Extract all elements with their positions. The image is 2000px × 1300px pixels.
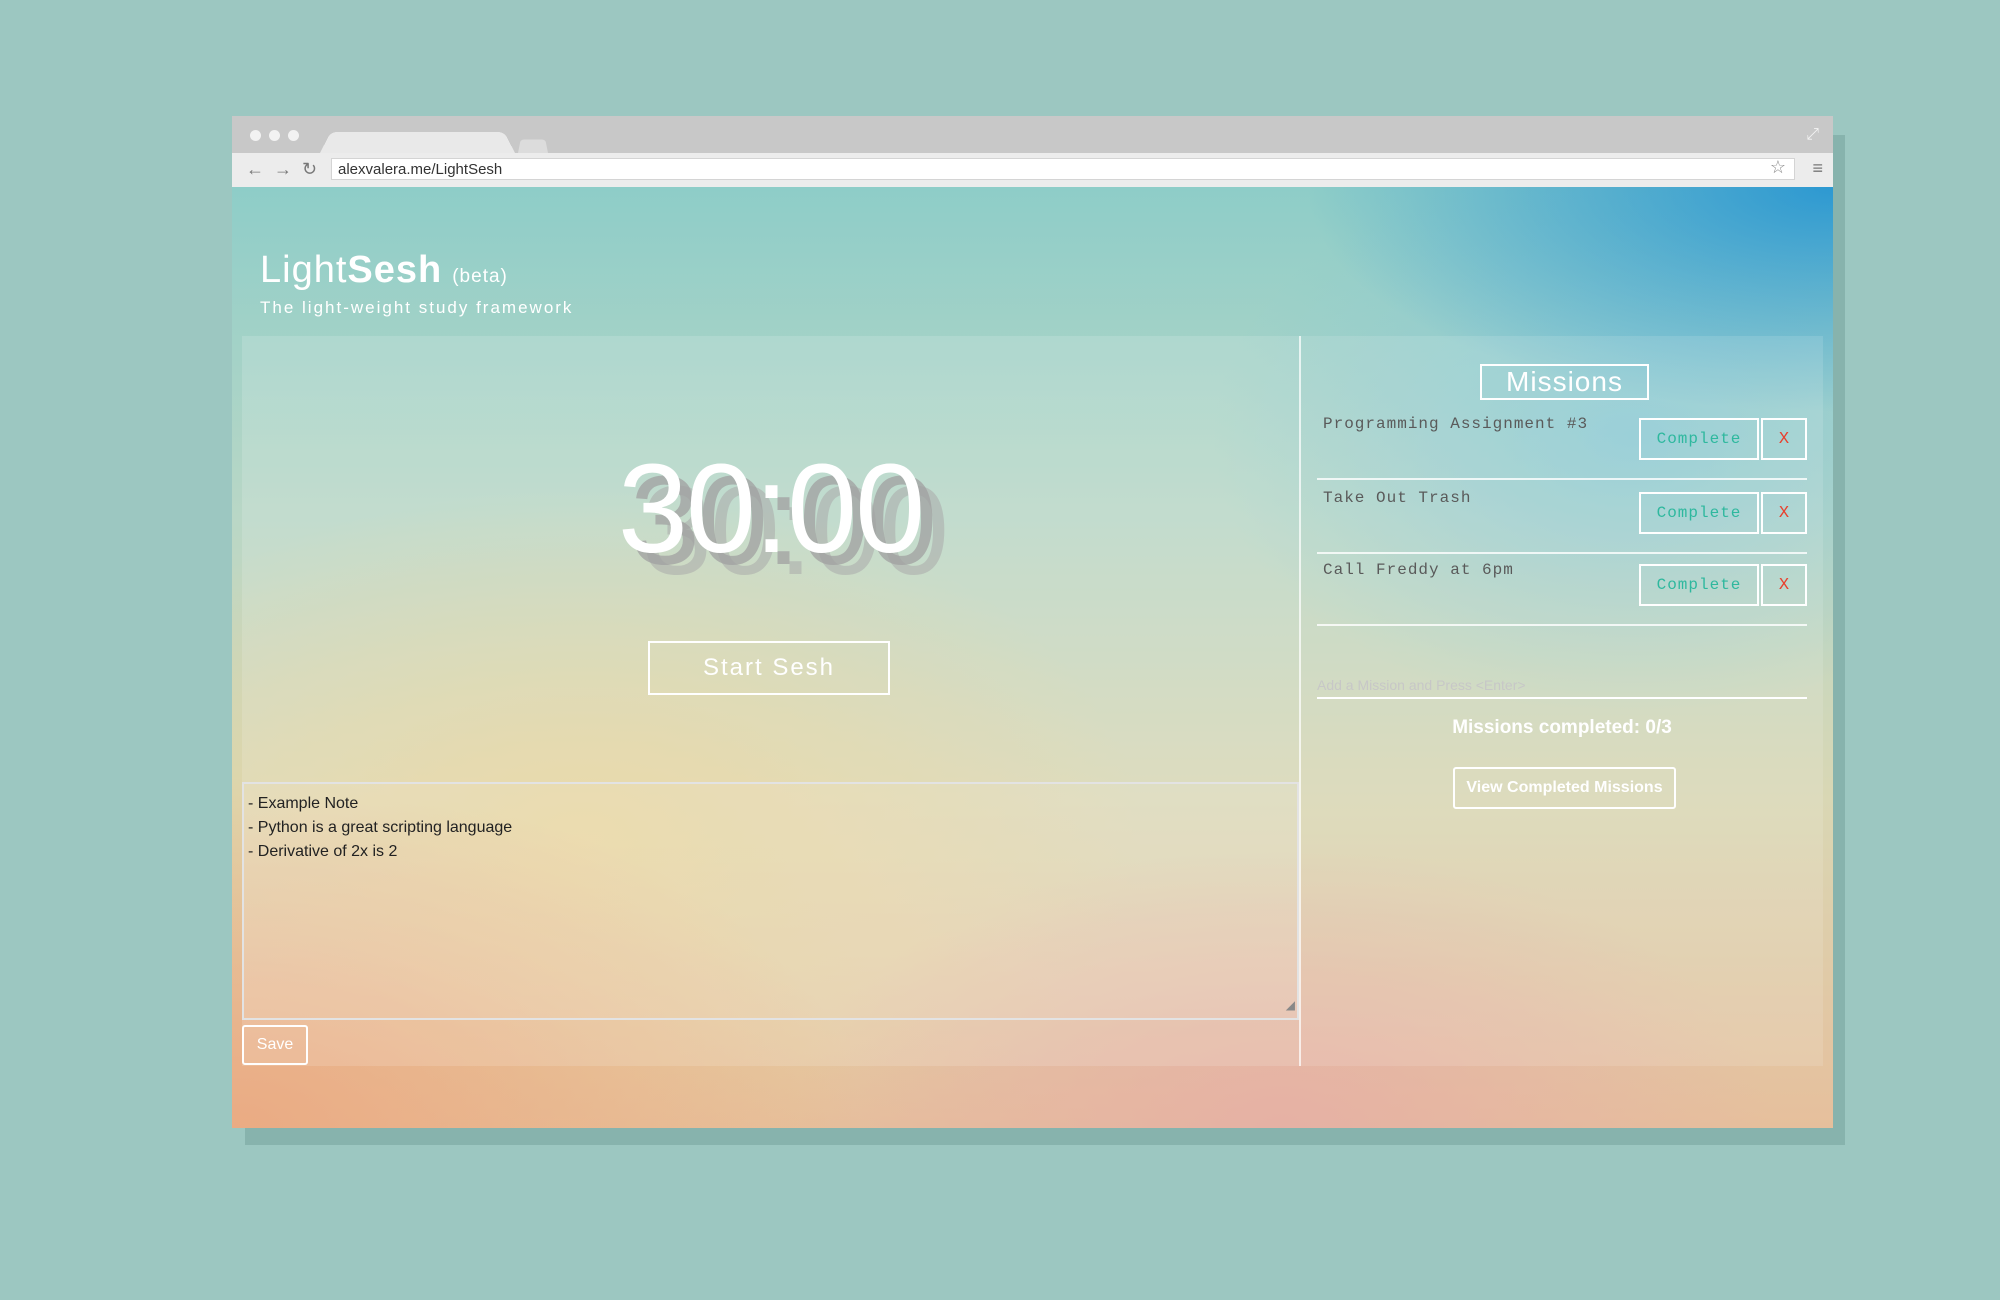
page-viewport: LightSesh (beta) The light-weight study f… <box>232 187 1833 1128</box>
browser-window: ⤢ ← → ↻ alexvalera.me/LightSesh ☆ ≡ Ligh… <box>232 116 1833 1128</box>
mission-item: Call Freddy at 6pm Complete X <box>1317 552 1807 626</box>
complete-button[interactable]: Complete <box>1639 564 1759 606</box>
close-window-dot[interactable] <box>250 130 261 141</box>
reload-icon[interactable]: ↻ <box>302 159 317 179</box>
view-completed-missions-button[interactable]: View Completed Missions <box>1453 767 1676 809</box>
hamburger-menu-icon[interactable]: ≡ <box>1812 158 1823 179</box>
arrow-left-icon[interactable]: ← <box>246 159 264 179</box>
mission-item: Take Out Trash Complete X <box>1317 480 1807 554</box>
brand-header: LightSesh (beta) The light-weight study f… <box>260 249 573 318</box>
minimize-window-dot[interactable] <box>269 130 280 141</box>
missions-title: Missions <box>1480 364 1649 400</box>
arrow-right-icon[interactable]: → <box>274 159 292 179</box>
browser-tab[interactable] <box>320 132 515 153</box>
app-title-light: Light <box>260 249 348 291</box>
app-title: LightSesh (beta) <box>260 249 573 292</box>
address-bar[interactable]: alexvalera.me/LightSesh ☆ <box>331 158 1795 180</box>
mission-name: Call Freddy at 6pm <box>1323 561 1514 579</box>
complete-button[interactable]: Complete <box>1639 492 1759 534</box>
remove-mission-button[interactable]: X <box>1761 492 1807 534</box>
timer-display: 30:00 <box>617 438 925 579</box>
maximize-window-dot[interactable] <box>288 130 299 141</box>
timer-panel: 30:00 Start Sesh - Example Note - Python… <box>242 336 1299 1066</box>
save-button[interactable]: Save <box>242 1025 308 1065</box>
add-mission-input[interactable] <box>1317 673 1807 699</box>
app-title-bold: Sesh <box>347 249 443 291</box>
missions-panel: Missions Programming Assignment #3 Compl… <box>1301 336 1823 1066</box>
new-tab-button[interactable] <box>518 139 548 153</box>
notes-line: - Derivative of 2x is 2 <box>248 843 398 860</box>
notes-textarea[interactable]: - Example Note - Python is a great scrip… <box>242 782 1299 1020</box>
complete-button[interactable]: Complete <box>1639 418 1759 460</box>
remove-mission-button[interactable]: X <box>1761 564 1807 606</box>
mission-name: Take Out Trash <box>1323 489 1472 507</box>
resize-grip-icon[interactable]: ◢ <box>1286 993 1295 1017</box>
notes-line: - Example Note <box>248 795 359 812</box>
expand-icon[interactable]: ⤢ <box>1806 126 1819 144</box>
notes-line: - Python is a great scripting language <box>248 819 513 836</box>
star-icon[interactable]: ☆ <box>1770 158 1786 176</box>
beta-label: (beta) <box>452 266 508 287</box>
remove-mission-button[interactable]: X <box>1761 418 1807 460</box>
window-controls <box>250 130 299 141</box>
address-bar-url: alexvalera.me/LightSesh <box>338 161 503 178</box>
browser-navbar: ← → ↻ alexvalera.me/LightSesh ☆ ≡ <box>232 153 1833 187</box>
app-tagline: The light-weight study framework <box>260 298 574 317</box>
missions-completed-count: Missions completed: 0/3 <box>1452 717 1672 738</box>
mission-item: Programming Assignment #3 Complete X <box>1317 406 1807 480</box>
start-sesh-button[interactable]: Start Sesh <box>648 641 890 695</box>
browser-tab-strip: ⤢ <box>232 116 1833 153</box>
mission-name: Programming Assignment #3 <box>1323 415 1589 433</box>
